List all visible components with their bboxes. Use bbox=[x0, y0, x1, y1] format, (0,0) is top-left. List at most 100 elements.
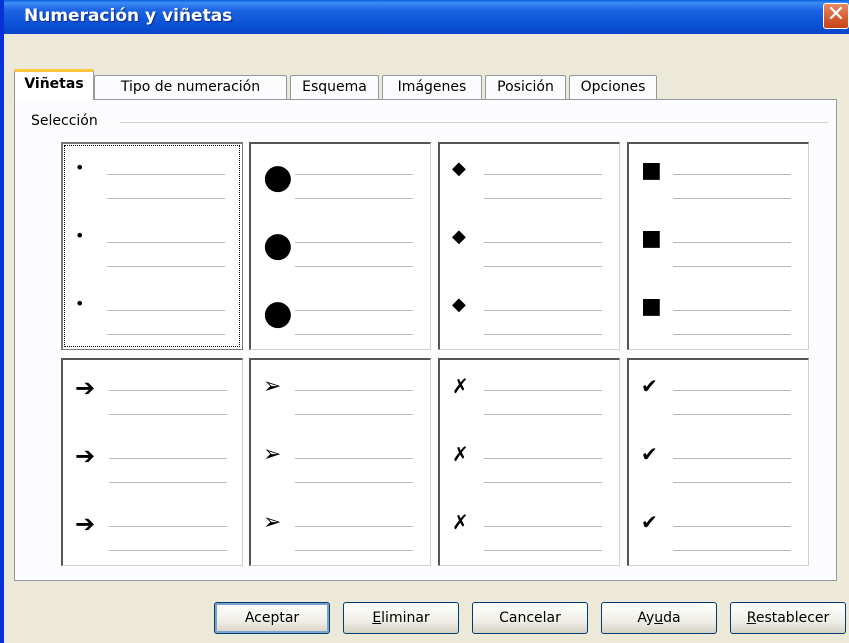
arrow-bullet-icon: ➔ bbox=[75, 510, 96, 538]
close-button[interactable]: ✕ bbox=[823, 3, 849, 29]
tab-posicion[interactable]: Posición bbox=[485, 75, 566, 99]
help-label-start: Ay bbox=[637, 610, 655, 626]
preview-line bbox=[295, 334, 413, 335]
bullet-option-cross-bullet[interactable]: ✗ ✗ ✗ bbox=[438, 358, 620, 566]
preview-line bbox=[484, 334, 602, 335]
preview-line bbox=[484, 550, 602, 551]
small-dot-bullet-icon: • bbox=[75, 226, 85, 245]
preview-line bbox=[484, 390, 602, 391]
reset-accesskey: R bbox=[746, 610, 756, 626]
reset-label-rest: establecer bbox=[755, 610, 830, 626]
preview-line bbox=[107, 174, 225, 175]
reset-button[interactable]: Restablecer bbox=[730, 602, 846, 634]
preview-line bbox=[484, 482, 602, 483]
preview-line bbox=[673, 414, 791, 415]
large-dot-bullet-icon: ● bbox=[263, 157, 293, 197]
preview-line bbox=[673, 198, 791, 199]
preview-line bbox=[107, 266, 225, 267]
bullet-option-small-dot-bullet[interactable]: • • • bbox=[61, 142, 243, 350]
cancel-button[interactable]: Cancelar bbox=[472, 602, 588, 634]
arrowhead-bullet-icon: ➢ bbox=[263, 374, 282, 399]
bullet-option-arrow-bullet[interactable]: ➔ ➔ ➔ bbox=[61, 358, 243, 566]
checkmark-bullet-icon: ✔ bbox=[641, 374, 658, 398]
bullet-option-arrowhead-bullet[interactable]: ➢ ➢ ➢ bbox=[249, 358, 431, 566]
arrow-bullet-icon: ➔ bbox=[75, 374, 96, 402]
preview-line bbox=[295, 526, 413, 527]
help-button[interactable]: Ayuda bbox=[601, 602, 717, 634]
preview-line bbox=[295, 266, 413, 267]
preview-line bbox=[484, 174, 602, 175]
preview-line bbox=[295, 174, 413, 175]
preview-line bbox=[673, 310, 791, 311]
delete-label-rest: liminar bbox=[381, 610, 430, 626]
checkmark-bullet-icon: ✔ bbox=[641, 442, 658, 466]
preview-line bbox=[484, 242, 602, 243]
cancel-label: Cancelar bbox=[499, 610, 561, 626]
preview-line bbox=[107, 310, 225, 311]
preview-line bbox=[107, 198, 225, 199]
diamond-bullet-icon: ◆ bbox=[452, 158, 466, 179]
preview-line bbox=[673, 526, 791, 527]
tab-vinetas[interactable]: Viñetas bbox=[14, 69, 94, 100]
preview-line bbox=[484, 198, 602, 199]
preview-line bbox=[295, 458, 413, 459]
accept-label: Aceptar bbox=[244, 610, 300, 626]
bullet-option-diamond-bullet[interactable]: ◆ ◆ ◆ bbox=[438, 142, 620, 350]
preview-line bbox=[673, 390, 791, 391]
preview-line bbox=[484, 414, 602, 415]
preview-line bbox=[673, 458, 791, 459]
tab-tipo-de-numeracion[interactable]: Tipo de numeración bbox=[94, 75, 287, 99]
square-bullet-icon: ■ bbox=[641, 294, 662, 319]
preview-line bbox=[295, 482, 413, 483]
preview-line bbox=[673, 242, 791, 243]
arrowhead-bullet-icon: ➢ bbox=[263, 510, 282, 535]
accept-button[interactable]: Aceptar bbox=[214, 602, 330, 634]
square-bullet-icon: ■ bbox=[641, 226, 662, 251]
tab-esquema[interactable]: Esquema bbox=[290, 75, 379, 99]
cross-bullet-icon: ✗ bbox=[452, 374, 469, 398]
preview-line bbox=[673, 174, 791, 175]
title-bar[interactable]: Numeración y viñetas ✕ bbox=[4, 0, 849, 34]
preview-line bbox=[295, 550, 413, 551]
preview-line bbox=[109, 526, 227, 527]
bullet-option-large-dot-bullet[interactable]: ● ● ● bbox=[249, 142, 431, 350]
preview-line bbox=[673, 334, 791, 335]
diamond-bullet-icon: ◆ bbox=[452, 226, 466, 247]
preview-line bbox=[107, 334, 225, 335]
help-label-rest: da bbox=[663, 610, 681, 626]
square-bullet-icon: ■ bbox=[641, 158, 662, 183]
preview-line bbox=[109, 458, 227, 459]
section-divider bbox=[120, 122, 828, 123]
preview-line bbox=[484, 526, 602, 527]
preview-line bbox=[673, 482, 791, 483]
bullet-option-square-bullet[interactable]: ■ ■ ■ bbox=[627, 142, 809, 350]
preview-line bbox=[673, 550, 791, 551]
cross-bullet-icon: ✗ bbox=[452, 510, 469, 534]
window-title: Numeración y viñetas bbox=[24, 6, 233, 26]
large-dot-bullet-icon: ● bbox=[263, 225, 293, 265]
preview-line bbox=[484, 310, 602, 311]
cross-bullet-icon: ✗ bbox=[452, 442, 469, 466]
preview-line bbox=[295, 198, 413, 199]
tab-imagenes[interactable]: Imágenes bbox=[382, 75, 482, 99]
checkmark-bullet-icon: ✔ bbox=[641, 510, 658, 534]
delete-button[interactable]: Eliminar bbox=[343, 602, 459, 634]
preview-line bbox=[673, 266, 791, 267]
help-accesskey: u bbox=[654, 610, 664, 626]
preview-line bbox=[109, 414, 227, 415]
preview-line bbox=[484, 266, 602, 267]
preview-line bbox=[107, 242, 225, 243]
preview-line bbox=[109, 482, 227, 483]
bullet-option-checkmark-bullet[interactable]: ✔ ✔ ✔ bbox=[627, 358, 809, 566]
large-dot-bullet-icon: ● bbox=[263, 293, 293, 333]
preview-line bbox=[295, 414, 413, 415]
tab-opciones[interactable]: Opciones bbox=[569, 75, 657, 99]
delete-accesskey: E bbox=[372, 610, 382, 626]
close-icon: ✕ bbox=[826, 2, 846, 27]
preview-line bbox=[295, 242, 413, 243]
arrow-bullet-icon: ➔ bbox=[75, 442, 96, 470]
preview-line bbox=[109, 390, 227, 391]
small-dot-bullet-icon: • bbox=[75, 158, 85, 177]
preview-line bbox=[295, 310, 413, 311]
preview-line bbox=[109, 550, 227, 551]
